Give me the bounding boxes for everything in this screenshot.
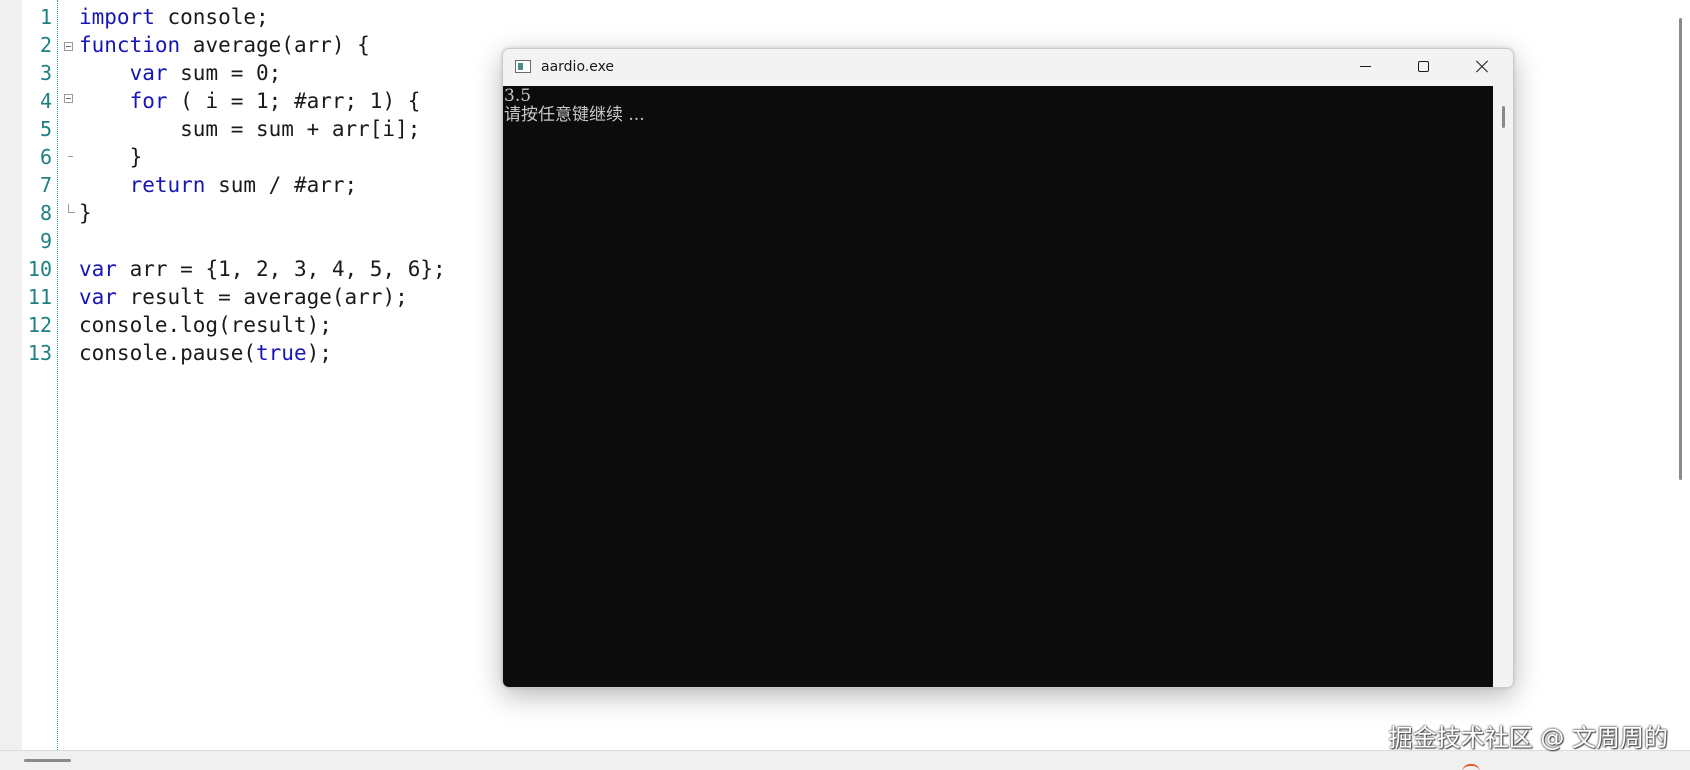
code-line[interactable]: import console; [79, 3, 446, 31]
maximize-button[interactable] [1395, 49, 1453, 86]
fold-guide-line [57, 0, 58, 750]
close-button[interactable] [1453, 49, 1511, 86]
code-text: result = average(arr); [116, 285, 408, 309]
code-text: sum = sum + arr[i]; [79, 117, 421, 141]
watermark: 掘金技术社区 @ 文周周的 [1388, 724, 1668, 752]
code-text: sum = 0; [167, 61, 282, 85]
editor-margin [0, 0, 23, 750]
code-line[interactable]: console.pause(true); [79, 339, 446, 367]
console-output-line: 3.5 [504, 86, 532, 106]
code-text: arr = {1, 2, 3, 4, 5, 6}; [116, 257, 446, 281]
code-line[interactable]: var result = average(arr); [79, 283, 446, 311]
console-window[interactable]: aardio.exe 3.5 请按任意键继续 ... [502, 48, 1514, 688]
console-output: 3.5 请按任意键继续 ... [504, 87, 645, 125]
line-number: 11 [27, 285, 52, 309]
code-keyword: return [129, 173, 206, 197]
line-number: 5 [39, 117, 52, 141]
line-number: 7 [39, 173, 52, 197]
console-output-area[interactable]: 3.5 请按任意键继续 ... [503, 86, 1493, 687]
code-text: } [79, 201, 92, 225]
console-window-title: aardio.exe [541, 59, 615, 75]
line-number: 13 [27, 341, 52, 365]
code-keyword: for [129, 89, 168, 113]
code-keyword: import [79, 5, 155, 29]
code-keyword: true [256, 341, 307, 365]
code-keyword: var [79, 285, 117, 309]
console-scrollbar[interactable] [1493, 86, 1513, 687]
code-text: } [79, 145, 143, 169]
code-line[interactable] [79, 227, 446, 255]
screen: 1 2 3 4 5 6 7 8 9 10 11 12 13 import console; functio… [0, 0, 1690, 770]
line-number: 9 [39, 229, 52, 253]
editor-horizontal-scrollbar-thumb[interactable] [24, 759, 71, 762]
code-keyword: function [79, 33, 181, 57]
fold-collapse-icon[interactable] [64, 42, 73, 51]
maximize-icon [1418, 61, 1429, 72]
console-app-icon [515, 60, 531, 73]
editor-vertical-scrollbar-thumb[interactable] [1679, 18, 1682, 480]
code-text: sum / #arr; [205, 173, 358, 197]
console-titlebar[interactable]: aardio.exe [503, 49, 1513, 86]
console-scrollbar-thumb[interactable] [1502, 106, 1505, 128]
line-number: 8 [39, 201, 52, 225]
close-icon [1474, 59, 1490, 75]
code-keyword: var [129, 61, 168, 85]
code-keyword: var [79, 257, 117, 281]
code-text: ); [306, 341, 332, 365]
line-number: 4 [39, 89, 52, 113]
code-line[interactable]: function average(arr) { [79, 31, 446, 59]
minimize-icon [1360, 66, 1371, 67]
line-number: 2 [39, 33, 52, 57]
code-line[interactable]: sum = sum + arr[i]; [79, 115, 446, 143]
code-editor[interactable]: import console; function average(arr) { v… [79, 3, 446, 367]
code-line[interactable]: var arr = {1, 2, 3, 4, 5, 6}; [79, 255, 446, 283]
code-text: average(arr) { [180, 33, 370, 57]
fold-end-marker [68, 204, 75, 213]
code-text: console.pause( [79, 341, 257, 365]
code-line[interactable]: for ( i = 1; #arr; 1) { [79, 87, 446, 115]
code-line[interactable]: } [79, 143, 446, 171]
code-line[interactable]: console.log(result); [79, 311, 446, 339]
line-number: 10 [27, 257, 52, 281]
line-number: 1 [39, 5, 52, 29]
code-line[interactable]: var sum = 0; [79, 59, 446, 87]
line-number: 12 [27, 313, 52, 337]
minimize-button[interactable] [1337, 49, 1395, 86]
code-text: console.log(result); [79, 313, 332, 337]
code-text: console; [154, 5, 269, 29]
code-text: ( i = 1; #arr; 1) { [167, 89, 421, 113]
code-line[interactable]: } [79, 199, 446, 227]
line-number: 3 [39, 61, 52, 85]
editor-horizontal-scrollbar[interactable] [0, 750, 1690, 770]
fold-end-marker [68, 156, 73, 157]
console-output-line: 请按任意键继续 ... [504, 105, 645, 125]
line-number: 6 [39, 145, 52, 169]
fold-collapse-icon[interactable] [64, 94, 73, 103]
code-line[interactable]: return sum / #arr; [79, 171, 446, 199]
line-numbers: 1 2 3 4 5 6 7 8 9 10 11 12 13 [22, 3, 52, 367]
